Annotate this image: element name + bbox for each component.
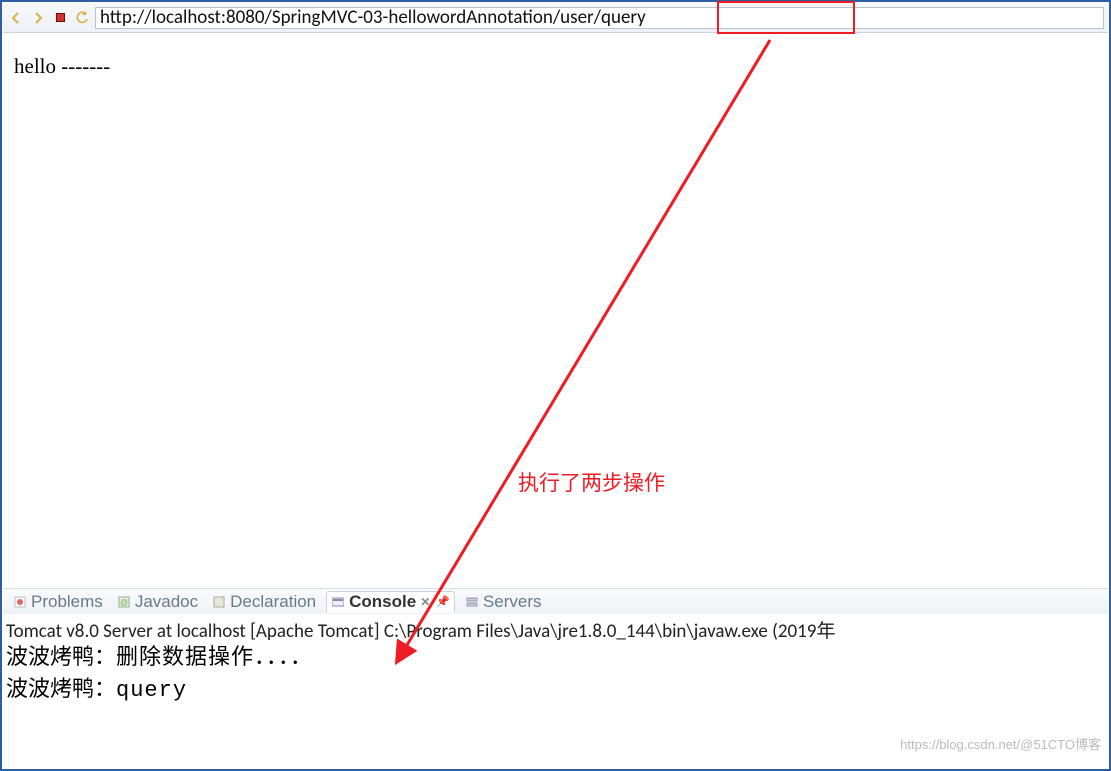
declaration-icon [212,595,226,609]
console-line1-prefix: 波波烤鸭： [6,644,116,669]
console-process-label: Tomcat v8.0 Server at localhost [Apache … [6,616,1105,643]
tab-label: Javadoc [135,592,198,612]
annotation-text: 执行了两步操作 [518,467,665,497]
page-body-text: hello ------- [14,54,110,78]
eclipse-views-tabbar: Problems @ Javadoc Declaration Console ✕… [3,588,1108,614]
address-bar[interactable]: http://localhost:8080/SpringMVC-03-hello… [95,7,1104,29]
svg-text:@: @ [120,598,128,607]
stop-icon[interactable] [51,9,69,27]
servers-icon [465,595,479,609]
tab-console[interactable]: Console ✕ 📌 [326,591,455,613]
address-url: http://localhost:8080/SpringMVC-03-hello… [100,8,646,28]
close-icon[interactable]: ✕ [420,595,430,609]
forward-icon[interactable] [29,9,47,27]
console-line1-text: 删除数据操作．．．． [116,646,313,671]
tab-label: Console [349,592,416,612]
tab-label: Declaration [230,592,316,612]
console-line-1: 波波烤鸭：删除数据操作．．．． [6,642,1105,674]
problems-icon [13,595,27,609]
tab-problems[interactable]: Problems [9,592,107,612]
console-icon [331,595,345,609]
tab-declaration[interactable]: Declaration [208,592,320,612]
refresh-icon[interactable] [73,9,91,27]
console-line2-text: query [116,678,187,703]
console-output: 波波烤鸭：删除数据操作．．．． 波波烤鸭：query [6,642,1105,705]
tab-servers[interactable]: Servers [461,592,546,612]
back-icon[interactable] [7,9,25,27]
tab-javadoc[interactable]: @ Javadoc [113,592,202,612]
pin-icon[interactable]: 📌 [436,595,450,608]
tab-label: Servers [483,592,542,612]
browser-toolbar: http://localhost:8080/SpringMVC-03-hello… [3,3,1108,33]
watermark: https://blog.csdn.net/@51CTO博客 [900,734,1101,753]
console-line-2: 波波烤鸭：query [6,674,1105,706]
javadoc-icon: @ [117,595,131,609]
tab-label: Problems [31,592,103,612]
console-line2-prefix: 波波烤鸭： [6,676,116,701]
